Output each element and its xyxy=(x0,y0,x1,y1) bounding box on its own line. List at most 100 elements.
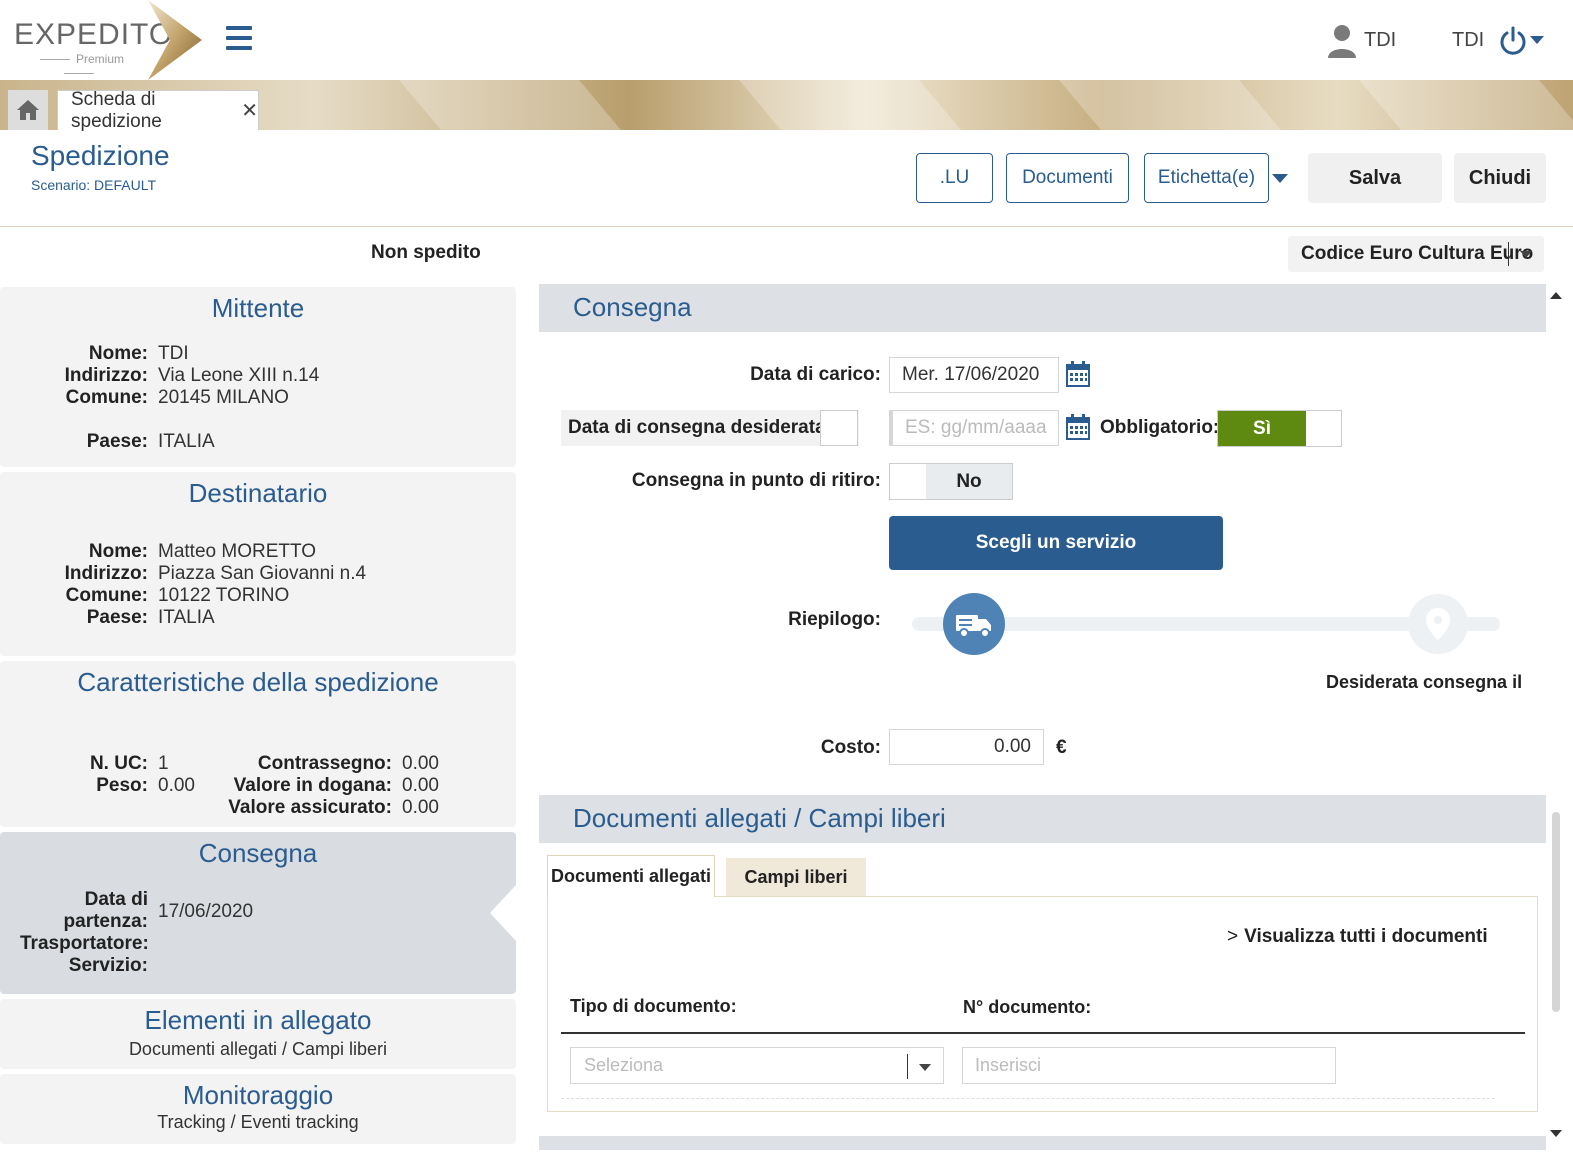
data-carico-label: Data di carico: xyxy=(750,364,881,385)
shipment-status: Non spedito xyxy=(371,242,481,263)
monitoraggio-panel[interactable]: Monitoraggio Tracking / Eventi tracking xyxy=(0,1074,516,1144)
panel-title: Destinatario xyxy=(188,478,328,508)
data-carico-input[interactable]: Mer. 17/06/2020 xyxy=(889,357,1059,393)
elementi-panel[interactable]: Elementi in allegato Documenti allegati … xyxy=(0,999,516,1069)
page-title: Spedizione xyxy=(31,140,170,171)
riepilogo-label: Riepilogo: xyxy=(788,609,881,630)
calendar-icon[interactable] xyxy=(1066,414,1090,440)
obbligatorio-label: Obbligatorio: xyxy=(1100,417,1220,438)
costo-input[interactable]: 0.00 xyxy=(889,729,1044,765)
chevron-down-icon[interactable] xyxy=(1530,36,1544,44)
divider xyxy=(0,226,1573,227)
field-label: Servizio: xyxy=(68,955,148,976)
field-label: Valore in dogana: xyxy=(233,775,392,796)
section-title: Documenti allegati / Campi liberi xyxy=(573,803,946,833)
toggle-off-label: No xyxy=(926,464,1012,499)
next-section-header xyxy=(539,1136,1546,1150)
field-value: Via Leone XIII n.14 xyxy=(158,365,320,386)
divider xyxy=(561,1032,1525,1034)
punto-ritiro-toggle[interactable]: No xyxy=(889,463,1013,500)
field-label: partenza: xyxy=(63,911,148,932)
numero-documento-input[interactable]: Inserisci xyxy=(962,1047,1336,1084)
desiderata-date-input[interactable]: ES: gg/mm/aaaa xyxy=(889,410,1059,446)
select-placeholder: Seleziona xyxy=(584,1055,664,1075)
field-value: 0.00 xyxy=(158,775,195,796)
obbligatorio-toggle[interactable]: Sì xyxy=(1217,410,1342,447)
home-tab[interactable] xyxy=(8,90,48,130)
desiderata-consegna-label: Desiderata consegna il xyxy=(1326,672,1523,692)
field-value: 0.00 xyxy=(402,775,439,796)
field-label: Indirizzo: xyxy=(64,365,148,386)
field-value: Piazza San Giovanni n.4 xyxy=(158,563,367,584)
home-icon xyxy=(17,100,39,120)
logo-subtitle: Premium xyxy=(14,52,144,80)
section-title: Consegna xyxy=(573,292,692,322)
currency-symbol: € xyxy=(1056,737,1067,758)
tipo-documento-select[interactable]: Seleziona xyxy=(570,1047,944,1084)
toggle-on-label: Sì xyxy=(1218,411,1306,446)
tab-documenti-allegati[interactable]: Documenti allegati xyxy=(547,855,715,897)
desiderata-label: Data di consegna desiderata xyxy=(568,417,826,438)
truck-step xyxy=(943,593,1005,655)
chevron-down-icon[interactable] xyxy=(1272,174,1288,183)
consegna-section-header: Consegna xyxy=(539,284,1546,332)
account-label[interactable]: TDI xyxy=(1452,29,1484,52)
tab-campi-liberi[interactable]: Campi liberi xyxy=(726,858,866,896)
link-label: Visualizza tutti i documenti xyxy=(1244,926,1488,947)
panel-title: Elementi in allegato xyxy=(144,1005,372,1035)
scegli-servizio-button[interactable]: Scegli un servizio xyxy=(889,516,1223,570)
field-label: Paese: xyxy=(86,607,148,628)
visualizza-documenti-link[interactable]: > Visualizza tutti i documenti xyxy=(1227,926,1488,948)
user-name[interactable]: TDI xyxy=(1364,29,1396,52)
field-value: TDI xyxy=(158,343,189,364)
field-label: Indirizzo: xyxy=(64,563,148,584)
chevron-right-icon: > xyxy=(1227,926,1239,947)
panel-title: Consegna xyxy=(198,838,318,868)
field-label: Valore assicurato: xyxy=(228,797,392,818)
codice-select-value: Codice Euro Cultura Euro xyxy=(1301,243,1534,264)
field-value: Matteo MORETTO xyxy=(158,541,317,562)
caratteristiche-panel[interactable]: Caratteristiche della spedizione N. UC: 1… xyxy=(0,661,516,827)
scroll-up-icon[interactable] xyxy=(1550,292,1562,299)
tab-scheda-di-spedizione[interactable]: Scheda di spedizione ✕ xyxy=(57,88,259,132)
consegna-panel[interactable]: Consegna Data di partenza: 17/06/2020 Tr… xyxy=(0,832,516,994)
logo-chevron-icon xyxy=(148,0,202,80)
destinatario-panel[interactable]: Destinatario Nome: Matteo MORETTO Indiriz… xyxy=(0,472,516,656)
field-value: 1 xyxy=(158,753,169,774)
field-label: Nome: xyxy=(88,541,148,562)
save-button[interactable]: Salva xyxy=(1308,153,1442,203)
truck-icon xyxy=(956,615,991,638)
scroll-down-icon[interactable] xyxy=(1550,1130,1562,1137)
tab-label: Scheda di spedizione xyxy=(71,88,162,132)
close-icon[interactable]: ✕ xyxy=(241,98,258,123)
codice-select[interactable]: Codice Euro Cultura Euro xyxy=(1288,236,1544,272)
desiderata-checkbox[interactable] xyxy=(820,410,858,446)
field-label: Nome: xyxy=(88,343,148,364)
field-label: Comune: xyxy=(65,585,148,606)
panel-subtitle: Documenti allegati / Campi liberi xyxy=(128,1039,388,1059)
power-icon[interactable] xyxy=(1498,26,1528,56)
panel-subtitle: Tracking / Eventi tracking xyxy=(157,1112,359,1132)
field-value: ITALIA xyxy=(158,431,215,452)
scrollbar[interactable] xyxy=(1552,812,1560,1012)
panel-title: Monitoraggio xyxy=(182,1080,334,1110)
desiderata-toggle[interactable]: Data di consegna desiderata xyxy=(561,410,859,446)
calendar-icon[interactable] xyxy=(1066,361,1090,387)
hamburger-menu-icon[interactable] xyxy=(226,26,252,54)
mittente-panel[interactable]: Mittente Nome: TDI Indirizzo: Via Leone XI… xyxy=(0,287,516,467)
field-value: 17/06/2020 xyxy=(158,901,254,922)
field-label: Trasportatore: xyxy=(20,933,149,954)
field-label: Comune: xyxy=(65,387,148,408)
documenti-button[interactable]: Documenti xyxy=(1006,153,1129,203)
active-indicator xyxy=(490,885,516,941)
documenti-section-header: Documenti allegati / Campi liberi xyxy=(539,795,1546,843)
close-button[interactable]: Chiudi xyxy=(1454,153,1546,203)
field-label: Data di xyxy=(84,889,148,910)
etichetta-button[interactable]: Etichetta(e) xyxy=(1144,153,1269,203)
lu-button[interactable]: .LU xyxy=(916,153,993,203)
map-pin-icon xyxy=(1426,608,1450,640)
scenario-label: Scenario: DEFAULT xyxy=(31,177,157,193)
user-icon[interactable] xyxy=(1326,24,1358,58)
divider xyxy=(561,1098,1495,1099)
field-label: Peso: xyxy=(96,775,148,796)
